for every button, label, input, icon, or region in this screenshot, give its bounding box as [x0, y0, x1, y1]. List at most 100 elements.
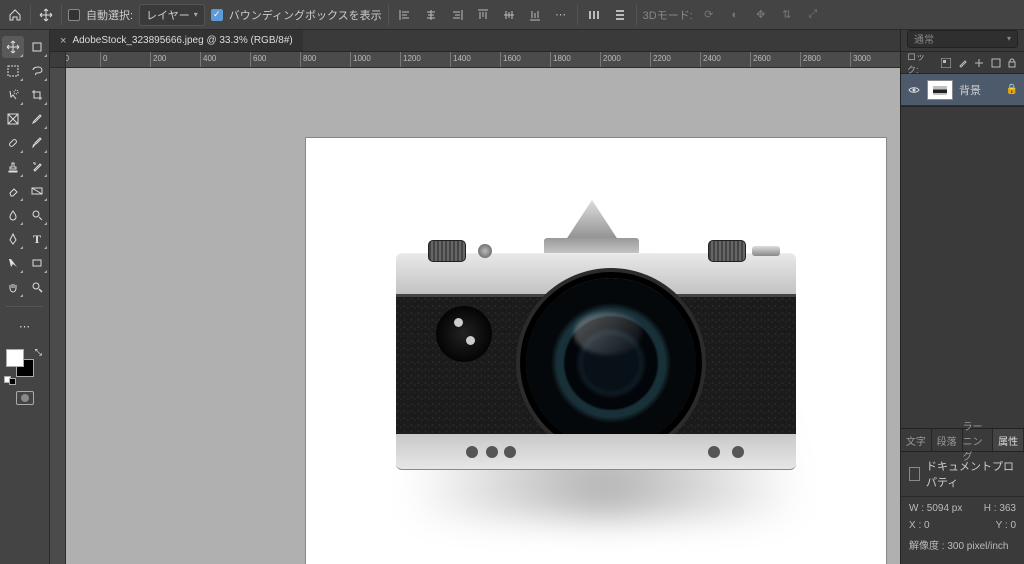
ruler-tick: 1400	[450, 52, 500, 68]
home-icon[interactable]	[6, 6, 24, 24]
distribute-v-icon[interactable]	[610, 5, 630, 25]
healing-tool[interactable]	[2, 132, 24, 154]
prop-res-value[interactable]: 300 pixel/inch	[947, 541, 1008, 552]
blend-mode-dropdown[interactable]: 通常	[907, 30, 1018, 48]
edit-toolbar-icon[interactable]: ⋯	[14, 315, 36, 337]
crop-tool[interactable]	[26, 84, 48, 106]
lock-brush-icon[interactable]	[957, 57, 969, 69]
auto-select-checkbox[interactable]	[68, 9, 80, 21]
align-more-icon[interactable]: ⋯	[551, 5, 571, 25]
stamp-tool[interactable]	[2, 156, 24, 178]
brush-tool[interactable]	[26, 132, 48, 154]
visibility-toggle-icon[interactable]	[907, 83, 921, 97]
path-select-tool[interactable]	[2, 252, 24, 274]
ruler-tick: 1200	[400, 52, 450, 68]
prop-w-value[interactable]: 5094 px	[927, 503, 963, 514]
canvas-image	[396, 198, 796, 488]
3d-roll-icon[interactable]: ◐	[725, 5, 745, 25]
prop-x-value[interactable]: 0	[924, 520, 930, 531]
toolbox: T ⋯ ⤡	[0, 30, 50, 564]
prop-h-value[interactable]: 363	[999, 503, 1016, 514]
ruler-tick: 0	[100, 52, 150, 68]
options-bar: 自動選択: レイヤー バウンディングボックスを表示 ⋯ 3Dモード: ⟳ ◐ ✥…	[0, 0, 1024, 30]
foreground-color[interactable]	[6, 349, 24, 367]
marquee-tool[interactable]	[2, 60, 24, 82]
lock-artboard-icon[interactable]	[990, 57, 1002, 69]
distribute-h-icon[interactable]	[584, 5, 604, 25]
lasso-tool[interactable]	[26, 60, 48, 82]
quick-mask-toggle[interactable]	[2, 391, 47, 405]
ruler-tick: 2800	[800, 52, 850, 68]
mode-3d-label: 3Dモード:	[643, 7, 693, 23]
hand-tool[interactable]	[2, 276, 24, 298]
3d-pan-icon[interactable]: ✥	[751, 5, 771, 25]
document-tab[interactable]: × AdobeStock_323895666.jpeg @ 33.3% (RGB…	[50, 30, 303, 51]
tab-paragraph[interactable]: 段落	[932, 429, 963, 451]
ruler-tick: 800	[300, 52, 350, 68]
document-tab-strip: × AdobeStock_323895666.jpeg @ 33.3% (RGB…	[50, 30, 900, 52]
tab-attributes[interactable]: 属性	[993, 429, 1024, 451]
prop-y-value[interactable]: 0	[1010, 520, 1016, 531]
3d-scale-icon[interactable]: ⤢	[803, 5, 823, 25]
move-tool-icon[interactable]	[37, 6, 55, 24]
gradient-tool[interactable]	[26, 180, 48, 202]
close-tab-icon[interactable]: ×	[60, 35, 66, 47]
separator	[30, 5, 31, 25]
document-icon	[909, 467, 920, 481]
type-tool[interactable]: T	[26, 228, 48, 250]
align-top-icon[interactable]	[473, 5, 493, 25]
ruler-tick: 1800	[550, 52, 600, 68]
eyedropper-tool[interactable]	[26, 108, 48, 130]
lock-pixels-icon[interactable]	[940, 57, 952, 69]
canvas-workspace[interactable]	[66, 68, 900, 564]
lock-position-icon[interactable]	[973, 57, 985, 69]
right-panel-column: 通常 ロック: 背景 🔒 文字 段落 ラーニング 属性 ドキュメントプロパティ …	[900, 0, 1024, 564]
artboard-tool[interactable]	[26, 36, 48, 58]
lock-all-icon[interactable]	[1006, 57, 1018, 69]
zoom-tool[interactable]	[26, 276, 48, 298]
ruler-tick: 3000	[850, 52, 900, 68]
quick-select-tool[interactable]	[2, 84, 24, 106]
swap-colors-icon[interactable]: ⤡	[35, 347, 42, 358]
document-canvas[interactable]	[306, 138, 886, 564]
pen-tool[interactable]	[2, 228, 24, 250]
eraser-tool[interactable]	[2, 180, 24, 202]
ruler-tick: 2600	[750, 52, 800, 68]
vertical-ruler[interactable]	[50, 68, 66, 564]
blend-mode-value: 通常	[914, 31, 934, 46]
tab-learning[interactable]: ラーニング	[963, 429, 994, 451]
ruler-tick: 400	[200, 52, 250, 68]
layer-lock-icon[interactable]: 🔒	[1006, 84, 1018, 95]
blur-tool[interactable]	[2, 204, 24, 226]
dodge-tool[interactable]	[26, 204, 48, 226]
properties-tabs: 文字 段落 ラーニング 属性	[901, 428, 1024, 452]
auto-select-target-dropdown[interactable]: レイヤー	[139, 4, 205, 26]
rectangle-tool[interactable]	[26, 252, 48, 274]
3d-orbit-icon[interactable]: ⟳	[699, 5, 719, 25]
3d-slide-icon[interactable]: ⇅	[777, 5, 797, 25]
document-tab-title: AdobeStock_323895666.jpeg @ 33.3% (RGB/8…	[72, 35, 292, 46]
ruler-origin[interactable]	[50, 52, 66, 68]
layer-name: 背景	[959, 82, 981, 98]
ruler-tick: 2000	[600, 52, 650, 68]
horizontal-ruler[interactable]: -200020040060080010001200140016001800200…	[50, 52, 900, 68]
show-bbox-label: バウンディングボックスを表示	[229, 7, 382, 23]
history-brush-tool[interactable]	[26, 156, 48, 178]
move-tool[interactable]	[2, 36, 24, 58]
layer-thumbnail[interactable]	[927, 80, 953, 100]
show-bbox-checkbox[interactable]	[211, 9, 223, 21]
align-bottom-icon[interactable]	[525, 5, 545, 25]
reset-colors-icon[interactable]	[4, 376, 16, 385]
ruler-tick: 600	[250, 52, 300, 68]
color-swatches[interactable]: ⤡	[2, 347, 44, 385]
layer-row[interactable]: 背景 🔒	[901, 74, 1024, 106]
ruler-tick: 2200	[650, 52, 700, 68]
align-vcenter-icon[interactable]	[499, 5, 519, 25]
align-left-icon[interactable]	[395, 5, 415, 25]
align-right-icon[interactable]	[447, 5, 467, 25]
frame-tool[interactable]	[2, 108, 24, 130]
tab-character[interactable]: 文字	[901, 429, 932, 451]
properties-body: W : 5094 pxH : 363 X : 0Y : 0 解像度 : 300 …	[901, 497, 1024, 564]
properties-header: ドキュメントプロパティ	[901, 452, 1024, 497]
align-hcenter-icon[interactable]	[421, 5, 441, 25]
